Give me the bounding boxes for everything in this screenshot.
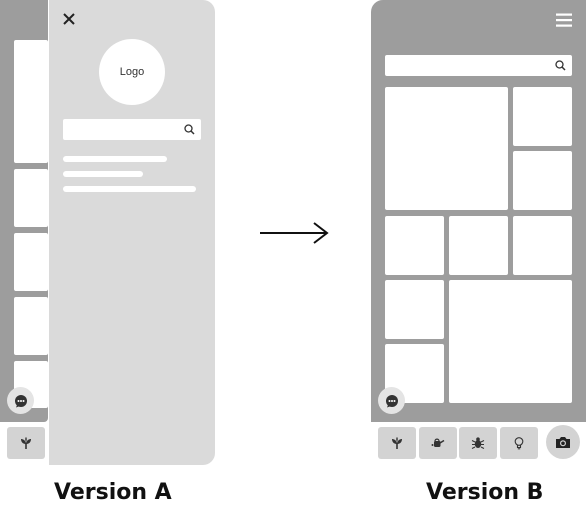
menu-item[interactable]: [63, 186, 196, 192]
hamburger-menu-icon[interactable]: [556, 12, 572, 28]
close-button[interactable]: [60, 10, 78, 28]
chat-bubble-icon: [385, 394, 398, 407]
lightbulb-icon: [514, 437, 524, 450]
tab-plant[interactable]: [378, 427, 416, 459]
tab-plant[interactable]: [7, 427, 45, 459]
camera-icon: [556, 437, 570, 448]
content-tile[interactable]: [385, 87, 508, 210]
bug-icon: [471, 437, 485, 449]
content-tile[interactable]: [449, 280, 572, 403]
tab-tips[interactable]: [500, 427, 538, 459]
plant-icon: [392, 437, 402, 449]
camera-button[interactable]: [546, 425, 580, 459]
content-tile[interactable]: [14, 297, 48, 355]
content-tile[interactable]: [513, 216, 572, 275]
content-tile[interactable]: [14, 169, 48, 227]
tab-watering[interactable]: [419, 427, 457, 459]
plant-icon: [21, 437, 31, 449]
content-tile[interactable]: [14, 40, 48, 163]
search-input[interactable]: [63, 119, 201, 140]
content-tile[interactable]: [385, 280, 444, 339]
content-tile[interactable]: [513, 87, 572, 146]
version-b-caption: Version B: [426, 480, 544, 505]
chat-button[interactable]: [378, 387, 405, 414]
tab-pests[interactable]: [459, 427, 497, 459]
chat-bubble-icon: [14, 394, 27, 407]
logo: Logo: [99, 39, 165, 105]
content-tile[interactable]: [449, 216, 508, 275]
chat-button[interactable]: [7, 387, 34, 414]
search-icon[interactable]: [184, 124, 195, 135]
menu-item[interactable]: [63, 156, 167, 162]
watering-can-icon: [431, 438, 445, 447]
content-tile[interactable]: [14, 233, 48, 291]
search-input[interactable]: [385, 55, 572, 76]
logo-label: Logo: [119, 66, 145, 78]
search-icon[interactable]: [555, 60, 566, 71]
close-icon: [63, 13, 75, 25]
content-tile[interactable]: [513, 151, 572, 210]
menu-item[interactable]: [63, 171, 143, 177]
content-tile[interactable]: [385, 216, 444, 275]
arrow-right-icon: [260, 222, 329, 244]
version-a-caption: Version A: [54, 480, 172, 505]
